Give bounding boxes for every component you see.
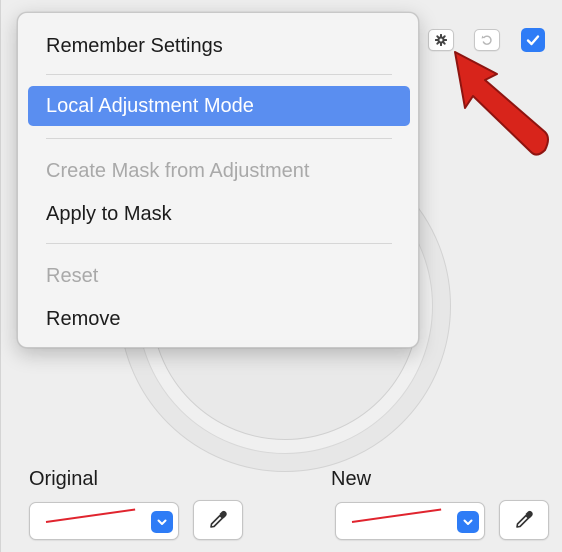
adjustment-panel: Original New Remember Settings Local Adj…: [0, 0, 562, 552]
eyedropper-icon: [210, 510, 227, 528]
chevron-down-icon: [151, 511, 173, 533]
menu-separator: [46, 74, 392, 75]
original-label: Original: [29, 468, 98, 490]
menu-item-remember-settings[interactable]: Remember Settings: [28, 26, 410, 66]
new-label: New: [331, 468, 372, 490]
original-color-swatch: [45, 508, 136, 523]
original-eyedropper-button[interactable]: [193, 500, 243, 540]
original-color-select[interactable]: [29, 502, 179, 540]
reset-button[interactable]: [474, 29, 500, 51]
menu-item-local-adjustment-mode[interactable]: Local Adjustment Mode: [28, 86, 410, 126]
red-arrow-icon: [454, 51, 549, 156]
new-color-swatch: [351, 508, 442, 523]
context-menu: Remember Settings Local Adjustment Mode …: [17, 12, 419, 348]
menu-item-create-mask: Create Mask from Adjustment: [46, 159, 310, 182]
enable-checkbox[interactable]: [521, 28, 545, 52]
gear-icon: [435, 34, 447, 46]
new-color-select[interactable]: [335, 502, 485, 540]
new-eyedropper-button[interactable]: [499, 500, 549, 540]
menu-separator: [46, 243, 392, 244]
chevron-down-icon: [457, 511, 479, 533]
menu-separator: [46, 138, 392, 139]
eyedropper-icon: [516, 510, 533, 528]
menu-item-remove[interactable]: Remove: [28, 299, 410, 339]
menu-item-reset: Reset: [46, 264, 99, 287]
gear-button[interactable]: [428, 29, 454, 51]
menu-item-apply-to-mask[interactable]: Apply to Mask: [28, 194, 410, 234]
undo-icon: [481, 35, 492, 45]
checkmark-icon: [526, 35, 540, 46]
